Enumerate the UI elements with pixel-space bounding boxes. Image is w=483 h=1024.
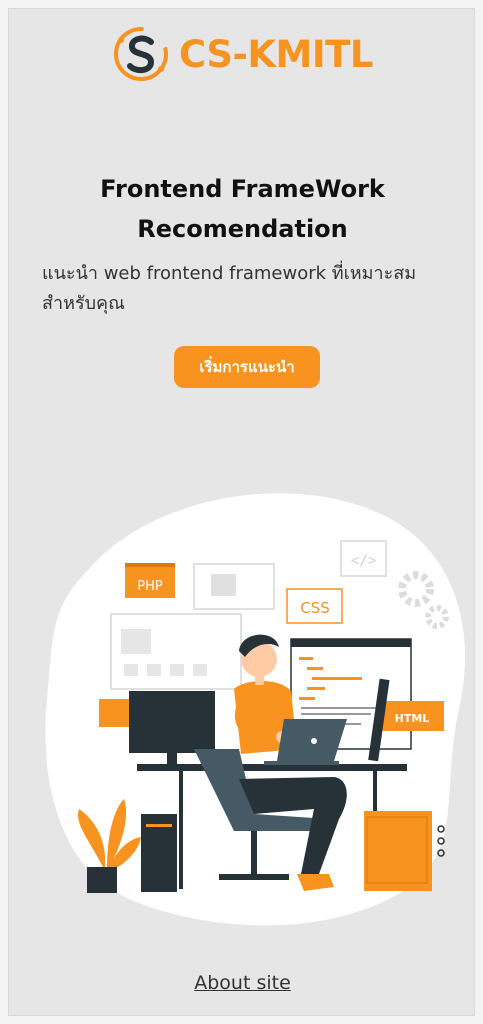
page-subtitle: แนะนำ web frontend framework ที่เหมาะสม … xyxy=(42,259,452,319)
subtitle-line-1: แนะนำ web frontend framework ที่เหมาะสม xyxy=(42,263,417,284)
svg-text:</>: </> xyxy=(351,553,376,569)
title-line-1: Frontend FrameWork xyxy=(100,175,385,203)
monitor xyxy=(129,691,215,753)
plant-pot xyxy=(87,867,117,893)
title-line-2: Recomendation xyxy=(137,215,348,243)
developer-illustration: </> PHP CSS HTML xyxy=(45,493,465,926)
cabinet xyxy=(364,811,432,891)
php-badge-label: PHP xyxy=(137,579,163,594)
site-logo[interactable]: CS-KMITL xyxy=(111,23,373,85)
css-badge-label: CSS xyxy=(300,599,330,617)
page-title: Frontend FrameWork Recomendation xyxy=(9,169,474,249)
logo-text: CS-KMITL xyxy=(179,32,373,76)
desk xyxy=(137,764,407,771)
subtitle-line-2: สำหรับคุณ xyxy=(42,293,125,314)
start-recommendation-button[interactable]: เริ่มการแนะนำ xyxy=(174,346,320,388)
html-badge-label: HTML xyxy=(395,712,430,725)
footer: About site xyxy=(9,972,474,994)
page-frame: CS-KMITL Frontend FrameWork Recomendatio… xyxy=(8,8,475,1016)
cs-logo-icon xyxy=(114,27,168,81)
about-site-link[interactable]: About site xyxy=(194,972,291,994)
